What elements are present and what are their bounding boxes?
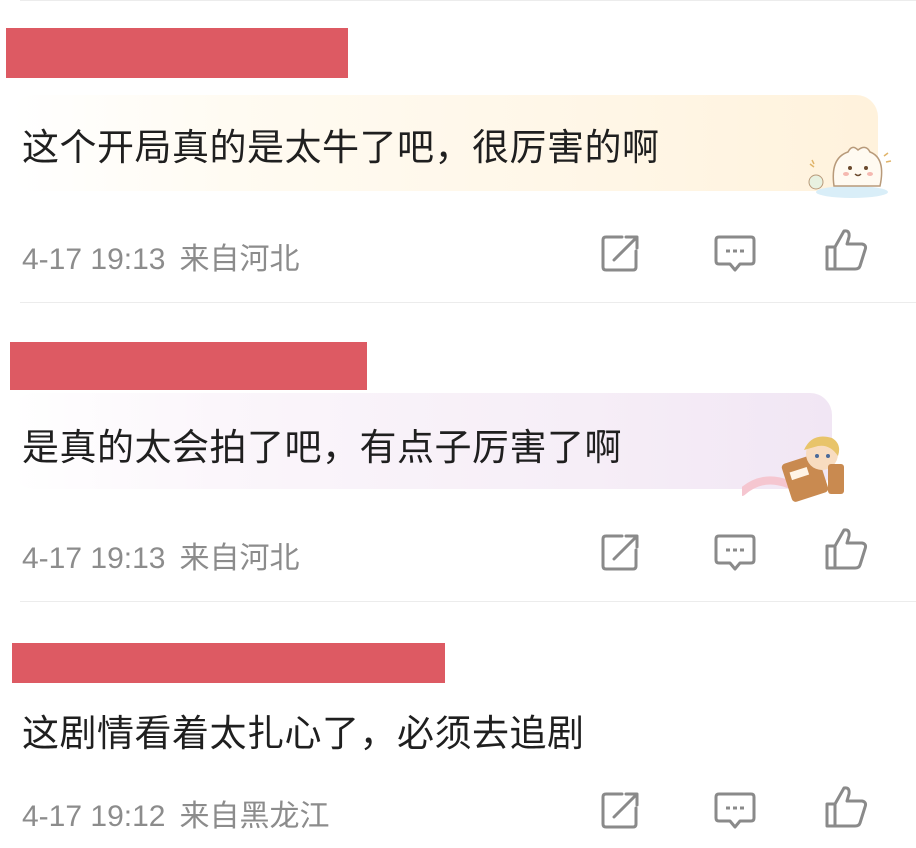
comment-button[interactable]: [713, 530, 757, 574]
share-icon: [601, 792, 639, 829]
comment-text: 这个开局真的是太牛了吧，很厉害的啊: [22, 126, 660, 169]
comment-button[interactable]: [713, 231, 757, 275]
cat-sticker-icon: [800, 138, 896, 206]
redacted-username: [6, 28, 348, 78]
redacted-username: [10, 342, 367, 390]
like-button[interactable]: [824, 227, 868, 271]
thumbs-up-icon: [825, 528, 868, 570]
comment-divider: [20, 302, 916, 303]
anime-character-sticker-icon: [738, 434, 852, 506]
comment-location: 来自河北: [179, 542, 300, 575]
comment-location: 来自河北: [179, 243, 300, 276]
comment-icon: [714, 534, 756, 571]
comment-meta: 4-17 19:12 来自黑龙江: [22, 791, 329, 835]
thumbs-up-icon: [825, 786, 868, 828]
comment-time: 4-17 19:13: [22, 542, 166, 575]
thumbs-up-icon: [825, 229, 868, 271]
share-button[interactable]: [598, 788, 642, 832]
like-button[interactable]: [824, 526, 868, 570]
comment-text: 是真的太会拍了吧，有点子厉害了啊: [22, 426, 622, 469]
comment-time: 4-17 19:12: [22, 800, 166, 833]
comment-location: 来自黑龙江: [179, 800, 330, 833]
comment-divider: [20, 601, 916, 602]
comment-icon: [714, 235, 756, 272]
comment-meta: 4-17 19:13 来自河北: [22, 533, 299, 577]
comment-meta: 4-17 19:13 来自河北: [22, 234, 299, 278]
comment-button[interactable]: [713, 788, 757, 832]
share-button[interactable]: [598, 231, 642, 275]
comment-time: 4-17 19:13: [22, 243, 166, 276]
comment-text: 这剧情看着太扎心了，必须去追剧: [22, 712, 585, 755]
like-button[interactable]: [824, 784, 868, 828]
top-divider: [20, 0, 916, 1]
comment-icon: [714, 792, 756, 829]
share-button[interactable]: [598, 530, 642, 574]
share-icon: [601, 534, 639, 571]
redacted-username: [12, 643, 445, 683]
share-icon: [601, 235, 639, 272]
